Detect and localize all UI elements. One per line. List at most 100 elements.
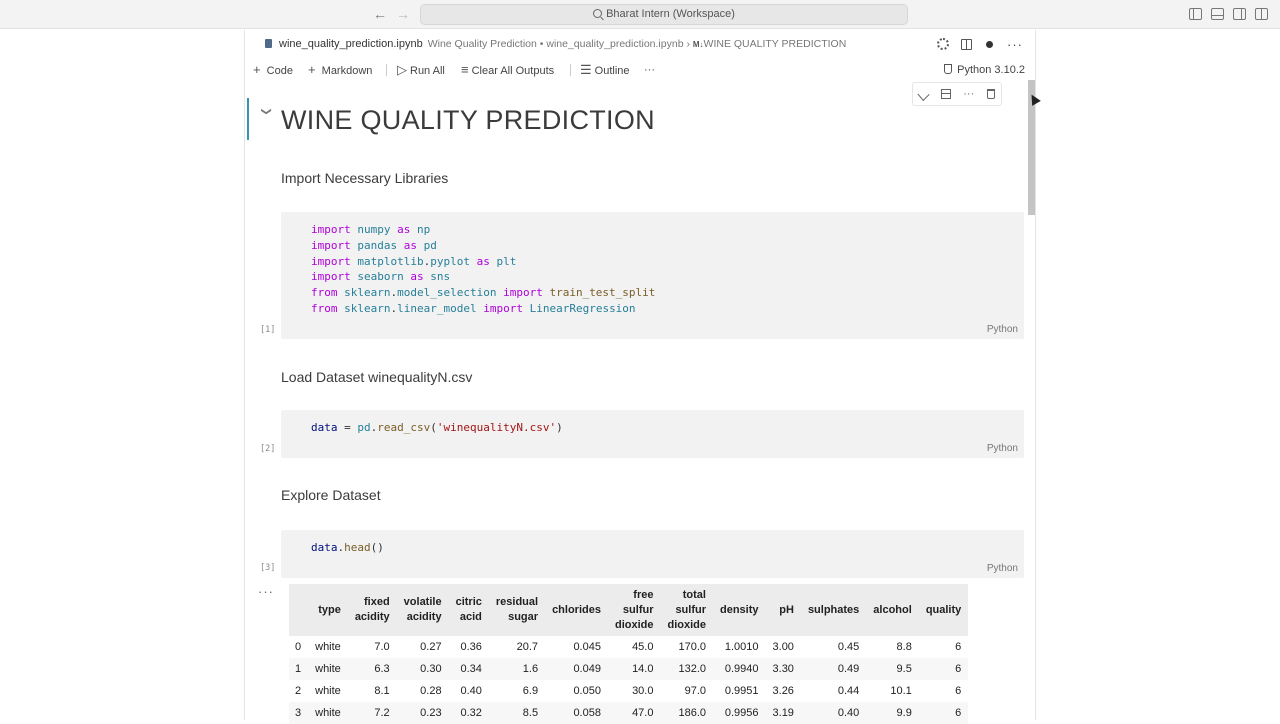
toolbar-divider (386, 64, 387, 76)
table-cell: white (315, 663, 341, 675)
code-cell[interactable]: import numpy as np import pandas as pd i… (281, 212, 1024, 339)
table-cell: 0.30 (420, 663, 442, 675)
table-cell: 0.9951 (724, 685, 759, 697)
cell-language-label[interactable]: Python (987, 324, 1018, 335)
table-cell: 7.2 (374, 707, 390, 719)
header-text: total (682, 588, 706, 601)
kernel-picker[interactable]: Python 3.10.2 (944, 58, 1025, 82)
forward-arrow-icon[interactable]: → (396, 6, 410, 22)
table-cell: 6 (955, 663, 962, 675)
code-editor[interactable]: import numpy as np import pandas as pd i… (311, 222, 655, 317)
table-cell: 3.30 (772, 663, 794, 675)
table-cell: 8.8 (896, 641, 912, 653)
toggle-panel-icon[interactable] (1211, 8, 1224, 20)
edit-pencil-icon[interactable] (917, 87, 930, 101)
header-text: sugar (508, 611, 539, 623)
header-text: acid (459, 611, 482, 623)
toolbar-more-button[interactable]: ··· (644, 58, 655, 82)
breadcrumb-path[interactable]: Wine Quality Prediction • wine_quality_p… (428, 38, 693, 50)
table-cell: 9.9 (896, 707, 912, 719)
table-cell: 47.0 (632, 707, 654, 719)
execution-count: [3] (260, 563, 276, 573)
table-cell: 30.0 (632, 685, 654, 697)
markdown-icon: M↓ (692, 40, 704, 49)
add-markdown-button[interactable]: + Markdown (308, 58, 372, 83)
add-code-label: Code (266, 65, 293, 77)
trash-icon[interactable] (986, 89, 995, 99)
kernel-icon (944, 64, 953, 74)
cell-more-icon[interactable]: ··· (963, 88, 974, 100)
table-cell: 6 (955, 641, 962, 653)
breadcrumb: wine_quality_prediction.ipynb Wine Qualit… (245, 30, 1035, 58)
section-heading: Import Necessary Libraries (281, 170, 449, 186)
table-row: 3 white 7.2 0.23 0.32 8.5 0.058 47.0 186.0 0.9956… (289, 702, 969, 724)
table-cell: 0.049 (573, 663, 601, 675)
back-arrow-icon[interactable]: ← (373, 6, 387, 22)
table-cell: 0.32 (460, 707, 482, 719)
table-cell: 6 (955, 685, 962, 697)
chevron-down-icon[interactable]: ❯ (261, 107, 272, 115)
table-header-row: type fixed acidity volatile acidity citric aci… (289, 584, 969, 636)
header-text: type (318, 603, 341, 616)
code-editor[interactable]: data.head() (311, 540, 384, 556)
header-text: chlorides (552, 603, 601, 616)
breadcrumb-section[interactable]: WINE QUALITY PREDICTION (704, 38, 847, 50)
table-cell: white (315, 685, 341, 697)
clear-outputs-button[interactable]: ≡ Clear All Outputs (461, 58, 554, 83)
table-cell: 0.45 (837, 641, 860, 653)
table-header-cell: quality (919, 584, 968, 636)
output-more-icon[interactable]: ··· (258, 584, 274, 599)
table-cell: 0.045 (573, 641, 601, 653)
table-cell: 6.9 (522, 685, 539, 697)
table-cell: 1.6 (522, 663, 539, 675)
table-row: 1 white 6.3 0.30 0.34 1.6 0.049 14.0 132.0 0.9940… (289, 658, 969, 680)
vertical-scrollbar[interactable] (1027, 80, 1036, 720)
table-cell: 0.058 (573, 707, 601, 719)
code-cell[interactable]: data = pd.read_csv('winequalityN.csv') P… (281, 410, 1024, 458)
table-cell: 0.050 (573, 685, 601, 697)
dataframe-output: type fixed acidity volatile acidity citric aci… (289, 584, 1017, 724)
title-bar: ← → Bharat Intern (Workspace) (0, 0, 1280, 29)
clear-all-icon: ≡ (461, 62, 469, 77)
code-cell[interactable]: data.head() Python (281, 530, 1024, 578)
section-heading: Load Dataset winequalityN.csv (281, 369, 473, 385)
table-cell: 14.0 (632, 663, 654, 675)
toggle-primary-sidebar-icon[interactable] (1189, 8, 1202, 20)
table-cell: 10.1 (890, 685, 912, 697)
table-cell: 0.36 (460, 641, 482, 653)
split-editor-icon[interactable] (961, 38, 972, 50)
table-cell: 3.00 (772, 641, 794, 653)
tab-filename[interactable]: wine_quality_prediction.ipynb (279, 38, 423, 50)
layout-controls (1189, 8, 1268, 20)
add-code-button[interactable]: + Code (253, 58, 293, 83)
list-icon: ☰ (580, 62, 592, 77)
table-cell: 6.3 (374, 663, 390, 675)
outline-button[interactable]: ☰ Outline (580, 58, 630, 83)
outline-label: Outline (594, 65, 630, 77)
cell-language-label[interactable]: Python (987, 563, 1018, 574)
code-editor[interactable]: data = pd.read_csv('winequalityN.csv') (311, 420, 563, 436)
cell-language-label[interactable]: Python (987, 443, 1018, 454)
table-cell: 0.9940 (724, 663, 759, 675)
table-header-cell: density (713, 584, 766, 636)
run-all-button[interactable]: ▷ Run All (397, 58, 445, 83)
table-header-cell: fixed acidity (348, 584, 397, 636)
table-header-cell: volatile acidity (397, 584, 449, 636)
table-cell: 9.5 (896, 663, 912, 675)
notebook-file-icon (265, 39, 272, 48)
more-actions-icon[interactable]: ··· (1007, 38, 1023, 51)
header-text: acidity (354, 611, 390, 623)
table-cell: 45.0 (632, 641, 654, 653)
header-text: fixed (363, 596, 390, 608)
section-heading: Explore Dataset (281, 487, 381, 503)
toggle-secondary-sidebar-icon[interactable] (1233, 8, 1246, 20)
table-cell: 6 (955, 707, 962, 719)
split-cell-icon[interactable] (940, 89, 951, 99)
header-text: density (720, 603, 759, 616)
unsaved-dot-icon[interactable] (986, 40, 993, 48)
customize-layout-icon[interactable] (1255, 8, 1268, 20)
command-center-search[interactable]: Bharat Intern (Workspace) (420, 4, 908, 25)
table-header-cell: chlorides (545, 584, 608, 636)
gear-icon[interactable] (937, 38, 949, 50)
table-cell: 97.0 (684, 685, 706, 697)
